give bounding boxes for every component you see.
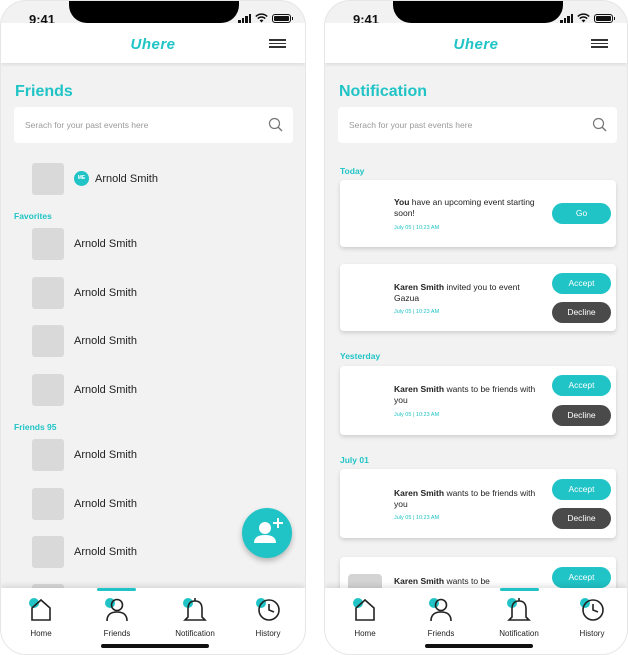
home-icon [353, 598, 375, 621]
search-input[interactable]: Serach for your past events here [338, 107, 617, 143]
friend-name[interactable]: Arnold Smith [74, 449, 137, 461]
favorite-name[interactable]: Arnold Smith [74, 238, 137, 250]
favorite-avatar [32, 228, 64, 260]
friend-avatar [32, 536, 64, 568]
nav-friends[interactable]: Friends [87, 588, 147, 638]
accept-button[interactable]: Accept [552, 375, 611, 396]
signal-icon [560, 13, 573, 23]
search-icon[interactable] [592, 117, 608, 133]
notification-text: You have an upcoming event starting soon… [394, 197, 535, 218]
notification-time: July 05 | 10:23 AM [394, 412, 440, 418]
notification-time: July 05 | 10:23 AM [394, 515, 440, 521]
notification-screen: 9:41 Uhere Notification Serach for your … [324, 0, 628, 655]
nav-home-label: Home [354, 629, 376, 638]
nav-friends-label: Friends [427, 629, 455, 638]
notification-time: July 05 | 10:23 AM [394, 309, 440, 315]
notification-text: Karen Smith wants to be friends with you [394, 488, 536, 509]
group-label-july01: July 01 [340, 455, 369, 465]
menu-icon[interactable] [591, 39, 608, 48]
nav-notification-label: Notification [175, 629, 215, 638]
notification-card[interactable]: Karen Smith invited you to event Gazua J… [340, 264, 616, 331]
accept-button[interactable]: Accept [552, 273, 611, 294]
history-icon [256, 598, 280, 621]
favorite-name[interactable]: Arnold Smith [74, 384, 137, 396]
search-icon[interactable] [268, 117, 284, 133]
signal-icon [238, 13, 251, 23]
add-friend-button[interactable] [242, 508, 292, 558]
notification-card[interactable]: Karen Smith wants to be friends with you… [340, 469, 616, 538]
home-indicator [425, 644, 533, 648]
notification-time: July 05 | 10:23 AM [394, 225, 440, 231]
my-name[interactable]: Arnold Smith [95, 173, 158, 185]
bell-icon [507, 598, 531, 621]
my-avatar [32, 163, 64, 195]
notification-text: Karen Smith invited you to event Gazua [394, 282, 520, 303]
decline-button[interactable]: Decline [552, 508, 611, 529]
search-placeholder: Serach for your past events here [25, 120, 149, 130]
menu-icon[interactable] [269, 39, 286, 48]
decline-button[interactable]: Decline [552, 302, 611, 323]
notification-text: Karen Smith wants to be [394, 576, 490, 586]
go-button[interactable]: Go [552, 203, 611, 224]
app-logo: Uhere [130, 36, 176, 53]
friends-screen: 9:41 Uhere Friends Serach for your past … [0, 0, 306, 655]
home-icon [29, 598, 51, 621]
friend-avatar [32, 488, 64, 520]
app-header: Uhere [1, 23, 305, 63]
add-user-icon [254, 518, 283, 543]
search-placeholder: Serach for your past events here [349, 120, 473, 130]
nav-friends[interactable]: Friends [411, 588, 471, 638]
nav-home[interactable]: Home [11, 588, 71, 638]
favorite-name[interactable]: Arnold Smith [74, 335, 137, 347]
friend-name[interactable]: Arnold Smith [74, 546, 137, 558]
nav-history[interactable]: History [238, 588, 298, 638]
friends-count-label: Friends 95 [14, 422, 57, 432]
bottom-nav: Home Friends Notification History [325, 588, 627, 654]
home-indicator [101, 644, 209, 648]
app-header: Uhere [325, 23, 627, 63]
bottom-nav: Home Friends Notification History [1, 588, 305, 654]
nav-notification[interactable]: Notification [489, 588, 549, 638]
notification-card[interactable]: You have an upcoming event starting soon… [340, 180, 616, 247]
group-label-yesterday: Yesterday [340, 351, 381, 361]
friend-name[interactable]: Arnold Smith [74, 498, 137, 510]
app-logo: Uhere [453, 36, 499, 53]
user-icon [429, 598, 452, 622]
notification-text: Karen Smith wants to be friends with you [394, 384, 536, 405]
favorites-label: Favorites [14, 211, 52, 221]
bell-icon [183, 598, 207, 621]
nav-notification[interactable]: Notification [165, 588, 225, 638]
nav-history-label: History [579, 629, 605, 638]
group-label-today: Today [340, 166, 365, 176]
accept-button[interactable]: Accept [552, 479, 611, 500]
search-input[interactable]: Serach for your past events here [14, 107, 293, 143]
me-badge: ME [74, 171, 89, 186]
battery-icon [272, 13, 293, 23]
favorite-avatar [32, 325, 64, 357]
friend-avatar [32, 439, 64, 471]
decline-button[interactable]: Decline [552, 405, 611, 426]
nav-friends-label: Friends [103, 629, 131, 638]
nav-history-label: History [255, 629, 281, 638]
favorite-avatar [32, 374, 64, 406]
battery-icon [594, 13, 615, 23]
nav-home[interactable]: Home [335, 588, 395, 638]
nav-history[interactable]: History [562, 588, 622, 638]
favorite-name[interactable]: Arnold Smith [74, 287, 137, 299]
nav-home-label: Home [30, 629, 52, 638]
wifi-icon [255, 13, 268, 23]
user-icon [105, 598, 128, 622]
favorite-avatar [32, 277, 64, 309]
history-icon [580, 598, 604, 621]
notch [393, 1, 563, 23]
nav-notification-label: Notification [499, 629, 539, 638]
notification-card[interactable]: Karen Smith wants to be friends with you… [340, 366, 616, 435]
page-title: Notification [339, 83, 427, 100]
notch [69, 1, 239, 23]
accept-button[interactable]: Accept [552, 567, 611, 588]
page-title: Friends [15, 83, 73, 100]
wifi-icon [577, 13, 590, 23]
